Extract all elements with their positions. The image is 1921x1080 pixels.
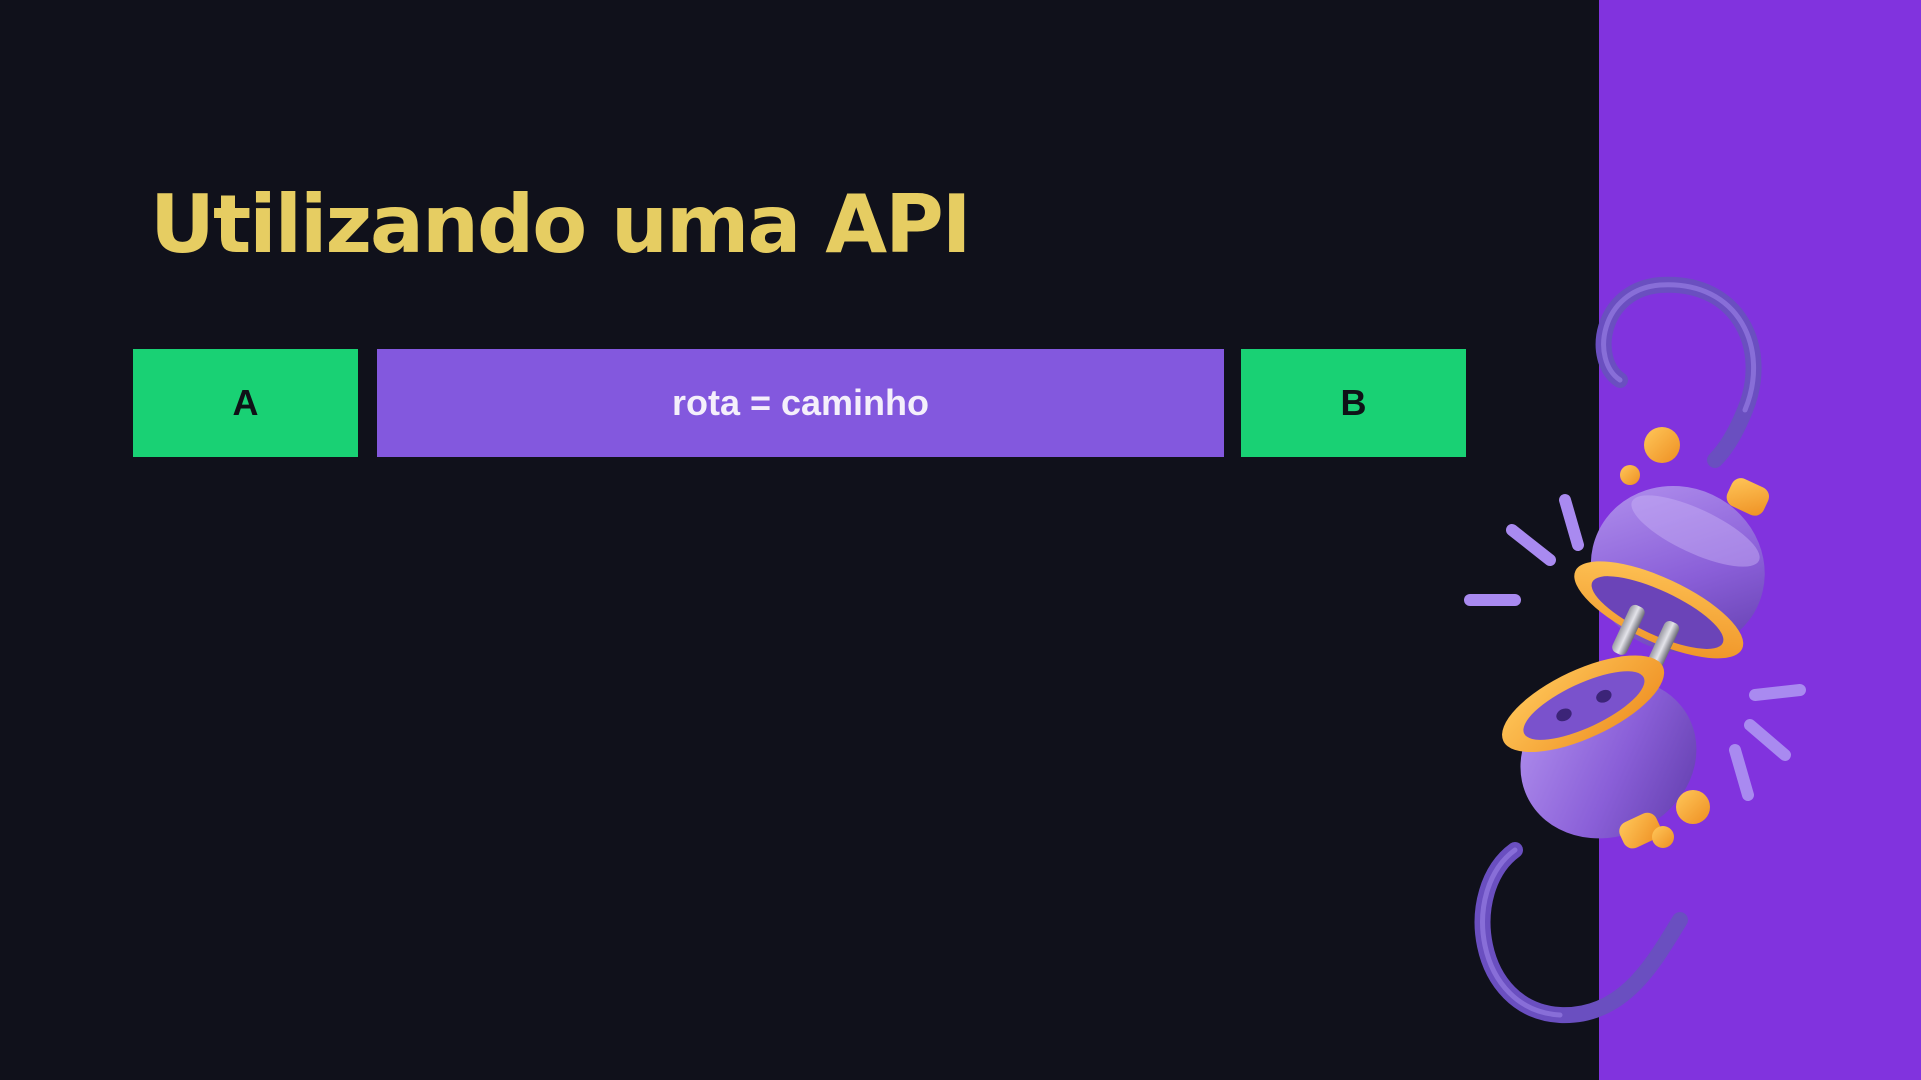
route-box: rota = caminho (377, 349, 1224, 457)
endpoint-b-box: B (1241, 349, 1466, 457)
endpoint-a-box: A (133, 349, 358, 457)
slide-title: Utilizando uma API (150, 178, 972, 271)
endpoint-a-label: A (232, 382, 259, 423)
plug-socket-disconnected-icon (1464, 276, 1806, 1024)
endpoint-b-label: B (1340, 382, 1367, 423)
route-label: rota = caminho (671, 382, 930, 423)
